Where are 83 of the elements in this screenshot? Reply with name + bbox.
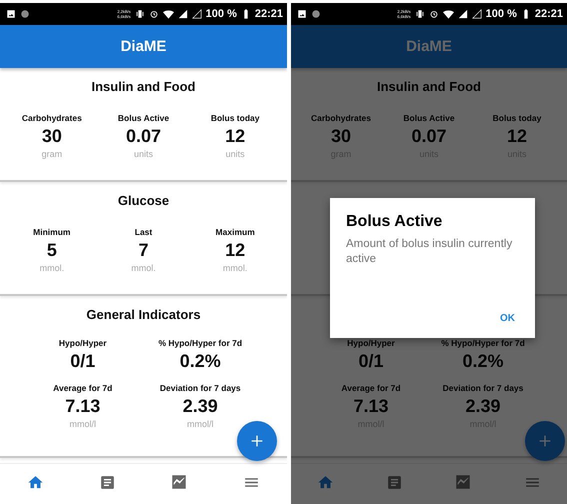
section-title: Glucose xyxy=(118,192,170,209)
stat-value: 30 xyxy=(42,125,62,148)
stat-label[interactable]: Deviation for 7 days xyxy=(442,383,524,394)
battery-percent: 100 % xyxy=(486,8,517,20)
alarm-icon xyxy=(428,9,439,19)
wifi-icon xyxy=(162,8,174,20)
stat-value: 0/1 xyxy=(70,350,96,373)
stat-value: 5 xyxy=(46,239,57,262)
stat-label[interactable]: Average for 7d xyxy=(341,383,401,394)
stat-value: 0/1 xyxy=(358,350,384,373)
circle-icon xyxy=(20,9,30,19)
stat-unit: gram xyxy=(42,148,62,160)
nav-tab[interactable] xyxy=(386,474,403,490)
stat-value: 30 xyxy=(330,125,352,148)
stat-value: 7 xyxy=(138,239,148,262)
stat-value: 0.2% xyxy=(462,350,504,373)
signal-icon xyxy=(178,9,188,19)
stat-label[interactable]: Maximum xyxy=(216,227,255,238)
stat-unit: mmol/l xyxy=(70,418,96,430)
stat-label[interactable]: Last xyxy=(134,227,152,238)
signal-icon xyxy=(192,9,202,19)
signal-icon xyxy=(472,9,482,19)
stat-label[interactable]: Carbohydrates xyxy=(22,113,82,124)
document-icon xyxy=(98,474,116,490)
section-title: Insulin and Food xyxy=(377,78,481,95)
stat-label[interactable]: Minimum xyxy=(33,227,70,238)
battery-percent: 100 % xyxy=(206,8,237,20)
stat-value: 7.13 xyxy=(65,395,100,418)
stat-value: 2.39 xyxy=(182,395,218,418)
vibrate-icon xyxy=(134,9,145,19)
signal-icon xyxy=(458,9,468,19)
section-title: Insulin and Food xyxy=(92,78,196,95)
stat-label[interactable]: Bolus today xyxy=(492,113,542,124)
stat-label[interactable]: Average for 7d xyxy=(53,383,112,394)
dialog-message: Amount of bolus insulin currently active xyxy=(346,237,514,267)
stat-value: 0.07 xyxy=(411,125,447,148)
wifi-icon xyxy=(442,8,454,20)
stat-unit: mmol/l xyxy=(187,418,214,430)
home-icon xyxy=(316,474,334,490)
chart-icon xyxy=(454,473,472,491)
stat-unit: units xyxy=(134,148,153,160)
stat-label[interactable]: Deviation for 7 days xyxy=(160,383,241,394)
home-icon xyxy=(27,474,44,490)
clock: 22:21 xyxy=(254,8,283,20)
plus-icon xyxy=(249,433,265,449)
add-button[interactable] xyxy=(525,421,565,461)
app-title: DiaME xyxy=(406,38,452,55)
nav-tab[interactable] xyxy=(170,473,188,491)
plus-icon xyxy=(537,433,553,449)
clock: 22:21 xyxy=(534,8,563,20)
stat-label[interactable]: % Hypo/Hyper for 7d xyxy=(158,338,242,349)
dialog-title: Bolus Active xyxy=(346,213,444,231)
stat-label[interactable]: Bolus Active xyxy=(118,113,170,124)
stat-value: 12 xyxy=(225,239,246,262)
chart-icon xyxy=(170,473,188,491)
stat-value: 12 xyxy=(506,125,528,148)
stat-value: 0.07 xyxy=(126,125,162,148)
stat-label[interactable]: Bolus Active xyxy=(403,113,455,124)
app-title: DiaME xyxy=(120,38,166,55)
stat-unit: mmol. xyxy=(222,262,248,274)
stat-unit: mmol. xyxy=(131,262,156,274)
ok-button[interactable]: OK xyxy=(496,311,519,326)
stat-label[interactable]: Carbohydrates xyxy=(311,113,371,124)
stat-value: 12 xyxy=(225,125,246,148)
stat-value: 0.2% xyxy=(180,350,221,373)
nav-tab[interactable] xyxy=(316,474,334,490)
stat-unit: units xyxy=(226,148,245,160)
image-icon xyxy=(6,9,16,19)
add-button[interactable] xyxy=(237,421,277,461)
nav-tab[interactable] xyxy=(98,474,116,490)
vibrate-icon xyxy=(414,9,425,19)
stat-value: 2.39 xyxy=(465,395,501,418)
stat-label[interactable]: Bolus today xyxy=(210,113,260,124)
circle-icon xyxy=(311,9,321,19)
stat-unit: mmol. xyxy=(40,262,64,274)
alarm-icon xyxy=(148,9,159,19)
document-icon xyxy=(386,474,403,490)
stat-value: 7.13 xyxy=(353,395,389,418)
section-title: General Indicators xyxy=(86,306,201,323)
nav-tab[interactable] xyxy=(27,474,44,490)
image-icon xyxy=(297,9,307,19)
nav-tab[interactable] xyxy=(454,473,472,491)
stat-label[interactable]: Hypo/Hyper xyxy=(58,338,107,349)
